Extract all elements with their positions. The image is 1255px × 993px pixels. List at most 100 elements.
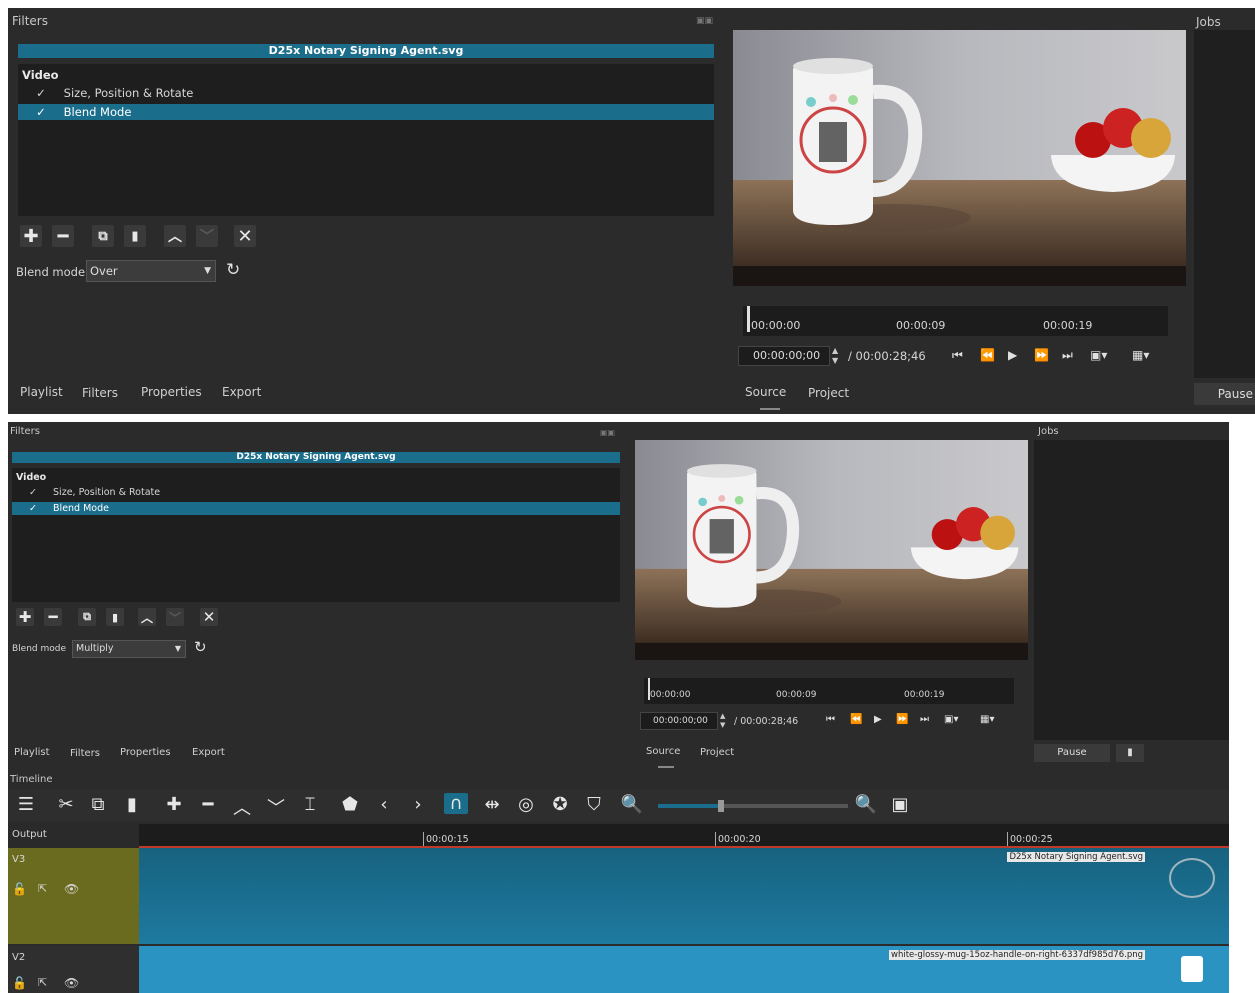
lift-icon[interactable]: ︿ — [230, 794, 254, 820]
ripple-markers-icon[interactable]: ⛉ — [582, 794, 606, 815]
append-icon[interactable]: ✚ — [162, 794, 186, 815]
move-up-button[interactable]: ︿ — [164, 225, 186, 247]
current-timecode-field[interactable]: 00:00:00;00 — [640, 712, 718, 730]
filter-checkbox[interactable]: ✓ — [16, 486, 50, 500]
tab-project[interactable]: Project — [808, 386, 849, 400]
timeline-ruler[interactable]: 00:00:15 00:00:20 00:00:25 — [139, 824, 1229, 848]
filter-item-blend-mode[interactable]: ✓ Blend Mode — [18, 104, 714, 120]
eye-icon[interactable]: 👁 — [64, 976, 79, 990]
clear-jobs-button[interactable]: ▮ — [1116, 744, 1144, 762]
skip-to-start-icon[interactable]: ⏮ — [826, 714, 835, 725]
timecode-spin-icon[interactable]: ▲ ▼ — [832, 346, 838, 366]
filter-item-size-position-rotate[interactable]: ✓ Size, Position & Rotate — [12, 486, 620, 500]
split-icon[interactable]: ⌶ — [298, 794, 322, 815]
filter-checkbox[interactable]: ✓ — [22, 84, 60, 102]
grid-icon[interactable]: ▦▾ — [1132, 348, 1149, 362]
track-head-v2[interactable]: V2 🔓 ⇱ 👁 — [8, 946, 139, 993]
panel-float-icon[interactable]: ▣▣ — [600, 428, 615, 437]
timecode-spin-icon[interactable]: ▲ ▼ — [720, 712, 725, 730]
filter-item-size-position-rotate[interactable]: ✓ Size, Position & Rotate — [18, 84, 714, 102]
copy-icon[interactable]: ⧉ — [86, 794, 110, 815]
play-icon[interactable]: ▶ — [1008, 348, 1017, 362]
remove-filter-button[interactable]: ━ — [52, 225, 74, 247]
paste-filter-button[interactable]: ▮ — [124, 225, 146, 247]
blend-mode-select[interactable]: Multiply ▼ — [72, 640, 186, 658]
remove-icon[interactable]: ━ — [196, 794, 220, 815]
add-filter-button[interactable]: ✚ — [16, 608, 34, 626]
next-marker-icon[interactable]: › — [406, 794, 430, 815]
playhead-marker[interactable] — [747, 306, 750, 332]
eye-icon[interactable]: 👁 — [64, 882, 79, 896]
cut-icon[interactable]: ✂ — [54, 794, 78, 815]
rewind-icon[interactable]: ⏪ — [850, 714, 862, 725]
menu-icon[interactable]: ☰ — [14, 794, 38, 815]
pause-button[interactable]: Pause — [1194, 383, 1255, 405]
tab-playlist[interactable]: Playlist — [14, 747, 50, 758]
clip-v2[interactable]: white-glossy-mug-15oz-handle-on-right-63… — [139, 946, 1229, 993]
zoom-fit-icon[interactable]: ▣ — [888, 794, 912, 815]
ripple-icon[interactable]: ◎ — [514, 794, 538, 815]
pause-button[interactable]: Pause — [1034, 744, 1110, 762]
copy-filter-button[interactable]: ⧉ — [92, 225, 114, 247]
move-down-button[interactable]: ﹀ — [196, 225, 218, 247]
composite-icon[interactable]: ⇱ — [38, 976, 47, 989]
ruler-tick-label: 00:00:20 — [718, 834, 761, 845]
filter-checkbox[interactable]: ✓ — [16, 502, 50, 515]
tab-source[interactable]: Source — [745, 385, 786, 399]
copy-filter-button[interactable]: ⧉ — [78, 608, 96, 626]
fast-forward-icon[interactable]: ⏩ — [1034, 348, 1049, 362]
skip-to-end-icon[interactable]: ⏭ — [1062, 348, 1073, 363]
paste-icon[interactable]: ▮ — [120, 794, 144, 815]
marker-icon[interactable]: ⬟ — [338, 794, 362, 815]
panel-float-icon[interactable]: ▣▣ — [696, 16, 718, 26]
skip-to-end-icon[interactable]: ⏭ — [920, 714, 929, 725]
zoom-slider-handle[interactable] — [718, 800, 724, 812]
move-down-button[interactable]: ﹀ — [166, 608, 184, 626]
previous-marker-icon[interactable]: ‹ — [372, 794, 396, 815]
grid-icon[interactable]: ▦▾ — [980, 714, 994, 725]
zoom-in-icon[interactable]: 🔍 — [854, 794, 878, 815]
tab-properties[interactable]: Properties — [141, 385, 202, 399]
tab-playlist[interactable]: Playlist — [20, 385, 63, 399]
scrub-icon[interactable]: ⇹ — [480, 794, 504, 815]
deselect-filter-button[interactable]: ✕ — [200, 608, 218, 626]
tab-filters[interactable]: Filters — [70, 748, 100, 759]
play-icon[interactable]: ▶ — [874, 714, 882, 725]
reset-icon[interactable]: ↻ — [194, 638, 207, 656]
filter-item-blend-mode[interactable]: ✓ Blend Mode — [12, 502, 620, 515]
tab-filters[interactable]: Filters — [82, 386, 118, 400]
overwrite-icon[interactable]: ﹀ — [264, 794, 288, 820]
snap-icon[interactable]: ∩ — [444, 793, 468, 814]
lock-icon[interactable]: 🔓 — [12, 976, 27, 990]
clip-v3[interactable]: D25x Notary Signing Agent.svg — [139, 848, 1229, 944]
tab-source[interactable]: Source — [646, 746, 680, 757]
tab-properties[interactable]: Properties — [120, 747, 171, 758]
reset-icon[interactable]: ↻ — [226, 260, 240, 280]
current-timecode-field[interactable]: 00:00:00;00 — [738, 346, 830, 366]
zoom-fit-icon[interactable]: ▣▾ — [944, 714, 958, 725]
deselect-filter-button[interactable]: ✕ — [234, 225, 256, 247]
filter-checkbox[interactable]: ✓ — [22, 104, 60, 120]
track-head-v3[interactable]: V3 🔓 ⇱ 👁 — [8, 848, 139, 944]
zoom-out-icon[interactable]: 🔍 — [620, 794, 644, 815]
player-ruler[interactable]: 00:00:00 00:00:09 00:00:19 — [644, 678, 1014, 704]
remove-filter-button[interactable]: ━ — [44, 608, 62, 626]
player-ruler[interactable]: 00:00:00 00:00:09 00:00:19 — [743, 306, 1168, 336]
video-preview[interactable] — [635, 440, 1028, 660]
zoom-slider[interactable] — [658, 800, 848, 812]
lock-icon[interactable]: 🔓 — [12, 882, 27, 896]
video-preview[interactable] — [733, 30, 1186, 286]
blend-mode-select[interactable]: Over ▼ — [86, 260, 216, 282]
move-up-button[interactable]: ︿ — [138, 608, 156, 626]
skip-to-start-icon[interactable]: ⏮ — [952, 348, 963, 363]
paste-filter-button[interactable]: ▮ — [106, 608, 124, 626]
zoom-fit-icon[interactable]: ▣▾ — [1090, 348, 1107, 362]
rewind-icon[interactable]: ⏪ — [980, 348, 995, 362]
tab-export[interactable]: Export — [192, 747, 225, 758]
add-filter-button[interactable]: ✚ — [20, 225, 42, 247]
tab-project[interactable]: Project — [700, 747, 734, 758]
composite-icon[interactable]: ⇱ — [38, 882, 47, 895]
tab-export[interactable]: Export — [222, 385, 261, 399]
fast-forward-icon[interactable]: ⏩ — [896, 714, 908, 725]
ripple-all-icon[interactable]: ✪ — [548, 794, 572, 815]
